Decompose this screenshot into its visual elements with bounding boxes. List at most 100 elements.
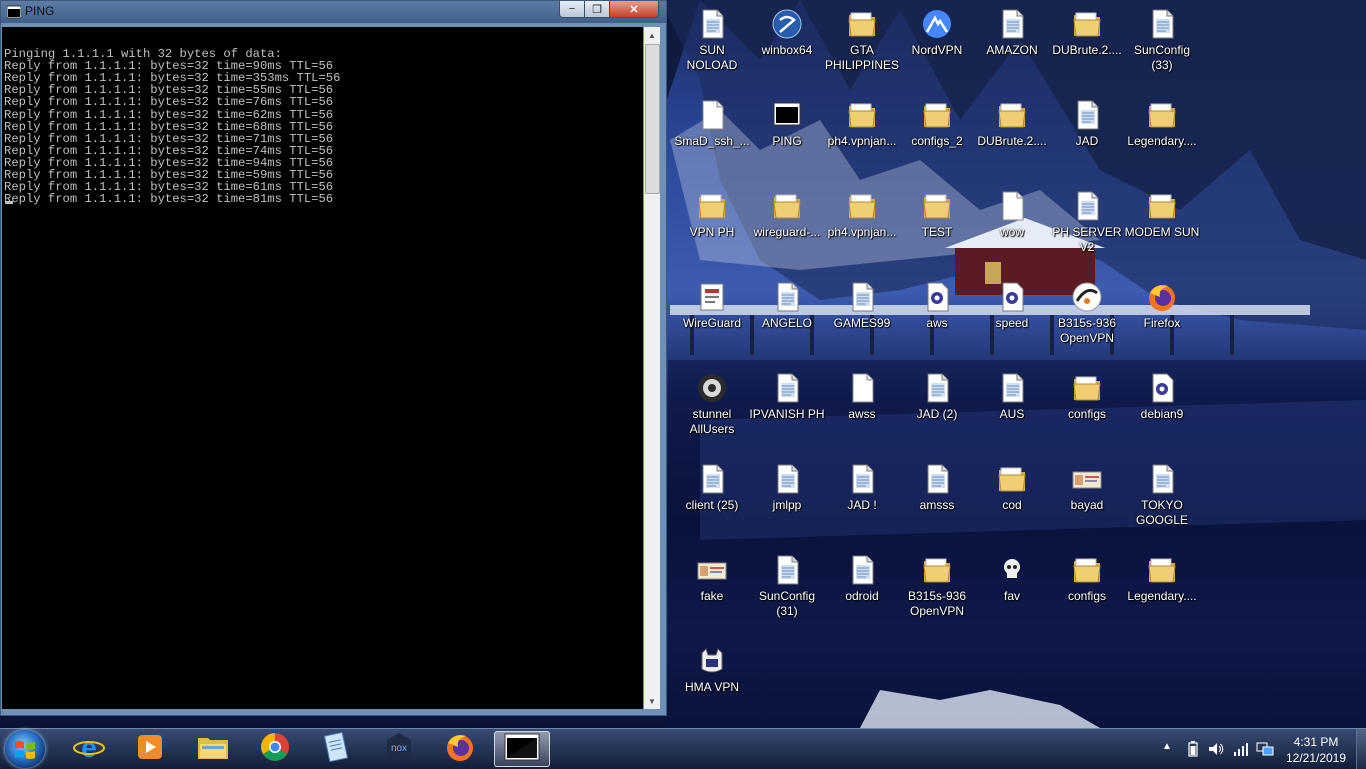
system-clock[interactable]: 4:31 PM 12/21/2019 [1280, 734, 1352, 766]
desktop-icon-label: odroid [845, 589, 879, 603]
battery-icon[interactable] [1188, 741, 1198, 757]
desktop-icon[interactable]: AMAZON [974, 8, 1050, 58]
scroll-up-arrow-icon[interactable]: ▲ [644, 27, 660, 43]
desktop-icon[interactable]: JAD [1049, 99, 1125, 149]
text-file-icon [771, 463, 803, 495]
taskbar-firefox-button[interactable] [432, 731, 488, 767]
desktop-icon[interactable]: JAD ! [824, 463, 900, 513]
taskbar-media-player-button[interactable] [122, 731, 178, 767]
network-icon[interactable] [1256, 741, 1274, 757]
desktop-icon[interactable]: wow [974, 190, 1050, 240]
clock-date: 12/21/2019 [1285, 751, 1347, 765]
desktop-icon[interactable]: SmaD_ssh_... [674, 99, 750, 149]
taskbar-internet-explorer-button[interactable]: e [61, 731, 117, 767]
taskbar-nox-button[interactable]: nox [371, 731, 427, 767]
desktop-icon[interactable]: DUBrute.2.... [1049, 8, 1125, 58]
window-title: PING [25, 4, 55, 18]
desktop-icon-label: Legendary.... [1127, 589, 1197, 603]
desktop-icon-label: wow [999, 225, 1024, 239]
desktop-icon-label: GAMES99 [833, 316, 891, 330]
desktop-icon[interactable]: TEST [899, 190, 975, 240]
desktop-icon[interactable]: cod [974, 463, 1050, 513]
desktop-icon[interactable]: configs [1049, 372, 1125, 422]
show-hidden-icons-button[interactable]: ▲ [1162, 741, 1172, 752]
desktop-icon[interactable]: odroid [824, 554, 900, 604]
desktop-icon[interactable]: SUN NOLOAD [674, 8, 750, 73]
desktop-icon[interactable]: MODEM SUN [1124, 190, 1200, 240]
desktop-icon-label: JAD [1075, 134, 1099, 148]
desktop-icon[interactable]: PH SERVER V2 [1049, 190, 1125, 255]
taskbar-chrome-button[interactable] [247, 731, 303, 767]
ping-console-window[interactable]: PING − ❐ ✕ Pinging 1.1.1.1 with 32 bytes… [0, 0, 667, 716]
start-button[interactable] [5, 730, 45, 768]
desktop-icon[interactable]: B315s-936 OpenVPN [899, 554, 975, 619]
desktop-icon[interactable]: ph4.vpnjan... [824, 99, 900, 149]
desktop-icon[interactable]: B315s-936 OpenVPN [1049, 281, 1125, 346]
volume-icon[interactable] [1208, 741, 1224, 757]
scroll-down-arrow-icon[interactable]: ▼ [644, 693, 660, 709]
desktop-icon[interactable]: TOKYO GOOGLE [1124, 463, 1200, 528]
desktop-icon[interactable]: AUS [974, 372, 1050, 422]
desktop-icon[interactable]: GAMES99 [824, 281, 900, 331]
minimize-button[interactable]: − [559, 1, 585, 18]
desktop-icon[interactable]: ph4.vpnjan... [824, 190, 900, 240]
nordvpn-icon [921, 8, 953, 40]
close-button[interactable]: ✕ [609, 1, 659, 18]
desktop-icon-label: DUBrute.2.... [1052, 43, 1122, 57]
desktop-icon[interactable]: awss [824, 372, 900, 422]
openvpn-icon [1071, 281, 1103, 313]
console-output-area[interactable]: Pinging 1.1.1.1 with 32 bytes of data: R… [2, 27, 643, 709]
desktop-icon[interactable]: WireGuard [674, 281, 750, 331]
taskbar-file-explorer-button[interactable] [185, 731, 241, 767]
desktop-icon[interactable]: configs [1049, 554, 1125, 604]
taskbar-ping-console-button[interactable] [494, 731, 550, 767]
desktop-icon[interactable]: wireguard-... [749, 190, 825, 240]
taskbar-notepad-button[interactable] [308, 731, 364, 767]
text-file-icon [921, 463, 953, 495]
signal-strength-icon[interactable] [1233, 741, 1249, 757]
text-cursor [5, 201, 13, 204]
svg-text:e: e [81, 732, 97, 763]
desktop-icon-label: cod [1002, 498, 1022, 512]
desktop-icon[interactable]: HMA VPN [674, 645, 750, 695]
desktop-icon-label: winbox64 [761, 43, 813, 57]
desktop-icon[interactable]: fake [674, 554, 750, 604]
desktop-icon[interactable]: winbox64 [749, 8, 825, 58]
desktop-icon-label: VPN PH [689, 225, 735, 239]
desktop-icon[interactable]: PING [749, 99, 825, 149]
desktop-icon[interactable]: stunnel AllUsers [674, 372, 750, 437]
desktop-icon[interactable]: ANGELO [749, 281, 825, 331]
desktop-icon[interactable]: speed [974, 281, 1050, 331]
console-output-text: Pinging 1.1.1.1 with 32 bytes of data: R… [4, 47, 341, 207]
desktop-icon[interactable]: Legendary.... [1124, 554, 1200, 604]
desktop-icon[interactable]: IPVANISH PH [749, 372, 825, 422]
desktop-icon-label: awss [848, 407, 876, 421]
desktop-icon[interactable]: fav [974, 554, 1050, 604]
desktop-icon[interactable]: Legendary.... [1124, 99, 1200, 149]
desktop-icon[interactable]: debian9 [1124, 372, 1200, 422]
maximize-button[interactable]: ❐ [584, 1, 610, 18]
desktop-icon[interactable]: aws [899, 281, 975, 331]
desktop-icon[interactable]: SunConfig (31) [749, 554, 825, 619]
desktop-icon[interactable]: configs_2 [899, 99, 975, 149]
vertical-scrollbar[interactable]: ▲ ▼ [644, 27, 660, 709]
desktop-icon[interactable]: VPN PH [674, 190, 750, 240]
desktop-icon[interactable]: Firefox [1124, 281, 1200, 331]
desktop-icon[interactable]: jmlpp [749, 463, 825, 513]
folder-icon [921, 99, 953, 131]
desktop-icon[interactable]: bayad [1049, 463, 1125, 513]
desktop-icon-label: MODEM SUN [1124, 225, 1200, 239]
media-player-icon [134, 731, 166, 768]
desktop-icon[interactable]: amsss [899, 463, 975, 513]
desktop-icon[interactable]: GTA PHILIPPINES [824, 8, 900, 73]
show-desktop-button[interactable] [1356, 729, 1366, 769]
desktop-icon[interactable]: DUBrute.2.... [974, 99, 1050, 149]
desktop-icon[interactable]: NordVPN [899, 8, 975, 58]
desktop-icon[interactable]: SunConfig (33) [1124, 8, 1200, 73]
window-titlebar[interactable]: PING − ❐ ✕ [1, 1, 666, 23]
desktop-icon[interactable]: JAD (2) [899, 372, 975, 422]
config-file-icon [996, 281, 1028, 313]
desktop-icon[interactable]: client (25) [674, 463, 750, 513]
text-file-icon [1071, 190, 1103, 222]
scrollbar-thumb[interactable] [645, 44, 660, 194]
